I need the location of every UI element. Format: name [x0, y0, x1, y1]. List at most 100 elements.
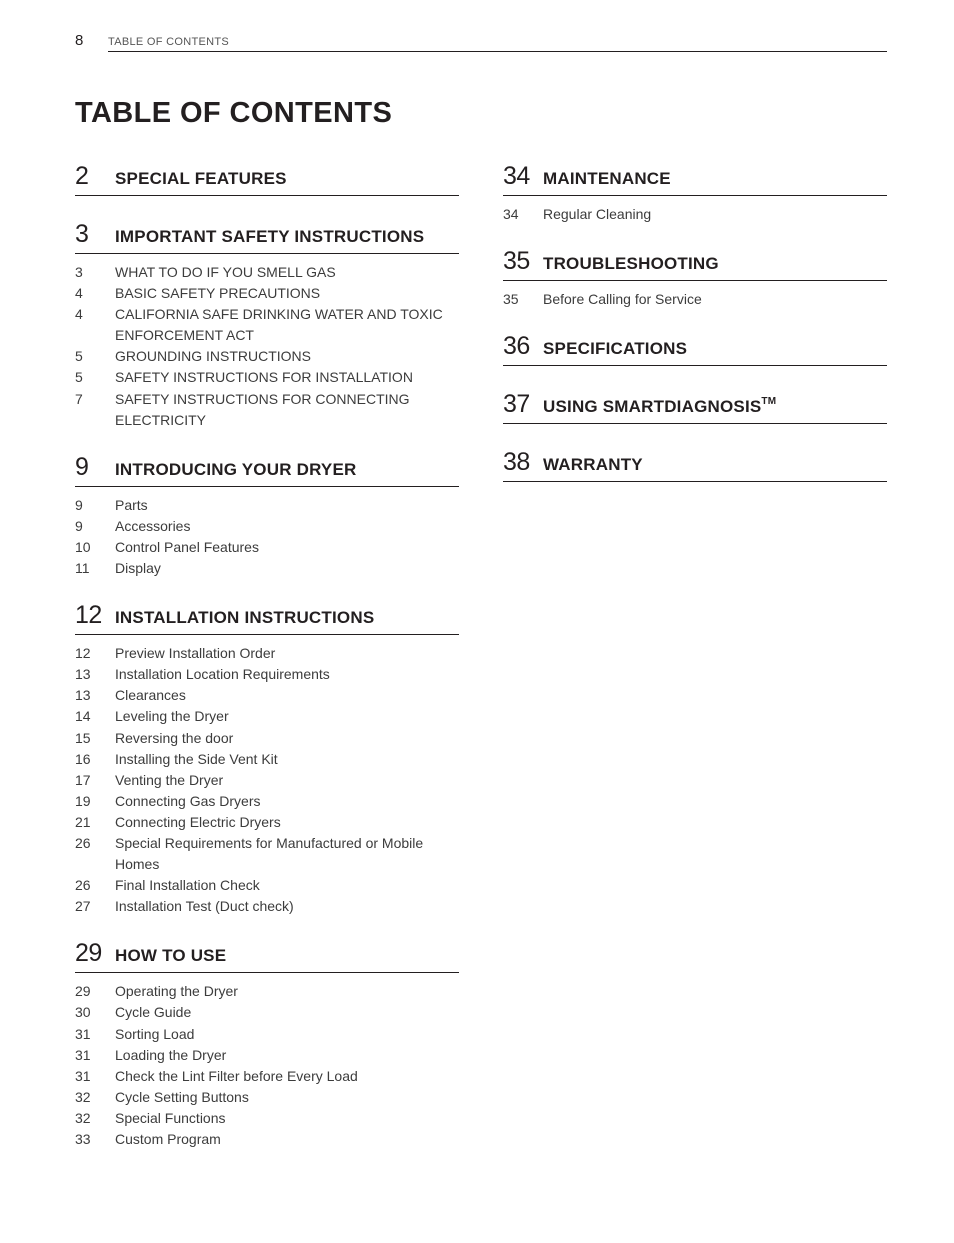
section-heading[interactable]: 38 WARRANTY	[503, 446, 887, 483]
entry-label: Connecting Electric Dryers	[115, 813, 281, 830]
section-page-number: 37	[503, 390, 530, 419]
page-number: 8	[75, 32, 84, 49]
header-rule	[108, 51, 887, 52]
section-heading[interactable]: 3 IMPORTANT SAFETY INSTRUCTIONS	[75, 218, 459, 254]
section-heading[interactable]: 34 MAINTENANCE	[503, 160, 887, 196]
entry-label: GROUNDING INSTRUCTIONS	[115, 348, 311, 365]
section-heading[interactable]: 35 TROUBLESHOOTING	[503, 245, 887, 282]
toc-entry[interactable]: 31 Loading the Dryer	[75, 1045, 459, 1066]
entry-label: WHAT TO DO IF YOU SMELL GAS	[115, 264, 336, 280]
entry-label: Venting the Dryer	[115, 771, 224, 788]
toc-entry[interactable]: 29 Operating the Dryer	[75, 981, 459, 1002]
section-heading[interactable]: 36 SPECIFICATIONS	[503, 330, 887, 367]
toc-entry[interactable]: 32 Cycle Setting Buttons	[75, 1087, 459, 1108]
section-page-number: 35	[503, 247, 530, 276]
toc-entry[interactable]: 33 Custom Program	[75, 1129, 459, 1150]
section-title-text: WARRANTY	[543, 455, 643, 475]
toc-entry[interactable]: 17 Venting the Dryer	[75, 770, 459, 791]
section-page-number: 12	[75, 601, 102, 630]
entry-page-number: 9	[75, 517, 83, 534]
section-title-text: SPECIAL FEATURES	[115, 169, 287, 188]
entry-label: Special Functions	[115, 1109, 226, 1126]
section-items: 29 Operating the Dryer 30 Cycle Guide 31 Sort…	[75, 973, 459, 1150]
toc-entry[interactable]: 5 SAFETY INSTRUCTIONS FOR INSTALLATION	[75, 367, 459, 388]
entry-page-number: 14	[75, 708, 91, 725]
section-heading[interactable]: 29 HOW TO USE	[75, 937, 459, 974]
entry-label: Regular Cleaning	[543, 206, 652, 222]
toc-entry[interactable]: 14 Leveling the Dryer	[75, 706, 459, 727]
entry-label: Connecting Gas Dryers	[115, 792, 261, 809]
entry-label: SAFETY INSTRUCTIONS FOR INSTALLATION	[115, 369, 413, 386]
entry-label: Parts	[115, 496, 148, 513]
page-header: 8 TABLE OF CONTENTS	[75, 30, 887, 52]
section-title-text: TROUBLESHOOTING	[543, 254, 719, 274]
toc-entry[interactable]: 4 BASIC SAFETY PRECAUTIONS	[75, 283, 459, 304]
section-heading[interactable]: 2 SPECIAL FEATURES	[75, 160, 459, 196]
toc-entry[interactable]: 13 Clearances	[75, 685, 459, 706]
toc-entry[interactable]: 15 Reversing the door	[75, 728, 459, 749]
entry-page-number: 10	[75, 538, 91, 555]
toc-entry[interactable]: 16 Installing the Side Vent Kit	[75, 749, 459, 770]
toc-section: 9 INTRODUCING YOUR DRYER 9 Parts 9 Accessorie…	[75, 451, 459, 599]
section-heading[interactable]: 37 USING SMARTDIAGNOSISTM	[503, 388, 887, 425]
toc-entry[interactable]: 31 Sorting Load	[75, 1024, 459, 1045]
entry-page-number: 4	[75, 306, 83, 323]
toc-entry[interactable]: 13 Installation Location Requirements	[75, 664, 459, 685]
entry-label: Cycle Setting Buttons	[115, 1088, 249, 1105]
toc-entry[interactable]: 27 Installation Test (Duct check)	[75, 896, 459, 917]
entry-label: SAFETY INSTRUCTIONS FOR CONNECTING ELECT…	[115, 390, 410, 428]
toc-entry[interactable]: 26 Final Installation Check	[75, 875, 459, 896]
toc-entry[interactable]: 32 Special Functions	[75, 1108, 459, 1129]
entry-label: Cycle Guide	[115, 1004, 192, 1021]
entry-label: Installation Test (Duct check)	[115, 898, 294, 915]
entry-label: Loading the Dryer	[115, 1046, 227, 1063]
section-page-number: 36	[503, 332, 530, 361]
entry-page-number: 34	[503, 206, 519, 222]
toc-entry[interactable]: 10 Control Panel Features	[75, 537, 459, 558]
section-title: INSTALLATION INSTRUCTIONS	[115, 603, 374, 633]
toc-entry[interactable]: 4 CALIFORNIA SAFE DRINKING WATER AND TOXI…	[75, 304, 459, 346]
entry-page-number: 17	[75, 771, 91, 788]
toc-entry[interactable]: 12 Preview Installation Order	[75, 643, 459, 664]
entry-page-number: 32	[75, 1088, 91, 1105]
toc-entry[interactable]: 26 Special Requirements for Manufactured …	[75, 833, 459, 875]
toc-entry[interactable]: 35 Before Calling for Service	[503, 289, 887, 310]
toc-entry[interactable]: 3 WHAT TO DO IF YOU SMELL GAS	[75, 262, 459, 283]
toc-entry[interactable]: 30 Cycle Guide	[75, 1002, 459, 1023]
toc-entry[interactable]: 7 SAFETY INSTRUCTIONS FOR CONNECTING ELEC…	[75, 389, 459, 431]
toc-entry[interactable]: 34 Regular Cleaning	[503, 204, 887, 225]
entry-label: Sorting Load	[115, 1025, 195, 1042]
running-title: TABLE OF CONTENTS	[108, 36, 230, 48]
section-title: INTRODUCING YOUR DRYER	[115, 455, 356, 485]
section-heading[interactable]: 12 INSTALLATION INSTRUCTIONS	[75, 599, 459, 636]
toc-entry[interactable]: 5 GROUNDING INSTRUCTIONS	[75, 346, 459, 367]
section-title-text: IMPORTANT SAFETY INSTRUCTIONS	[115, 227, 425, 246]
section-title-text: USING SMARTDIAGNOSIS	[543, 397, 762, 417]
entry-label: Operating the Dryer	[115, 983, 238, 1000]
entry-label: Leveling the Dryer	[115, 708, 229, 725]
entry-page-number: 31	[75, 1046, 91, 1063]
toc-section: 2 SPECIAL FEATURES	[75, 160, 459, 218]
toc-right-column: 34 MAINTENANCE 34 Regular Cleaning 35 TROUBLE…	[503, 160, 887, 504]
section-heading[interactable]: 9 INTRODUCING YOUR DRYER	[75, 451, 459, 487]
toc-entry[interactable]: 9 Parts	[75, 495, 459, 516]
toc-entry[interactable]: 19 Connecting Gas Dryers	[75, 791, 459, 812]
toc-entry[interactable]: 11 Display	[75, 558, 459, 579]
toc-entry[interactable]: 9 Accessories	[75, 516, 459, 537]
entry-page-number: 13	[75, 687, 91, 704]
section-title: TROUBLESHOOTING	[543, 249, 719, 279]
section-title: SPECIAL FEATURES	[115, 164, 287, 194]
section-items: 35 Before Calling for Service	[503, 281, 887, 310]
entry-page-number: 26	[75, 834, 91, 851]
toc-left-column: 2 SPECIAL FEATURES 3 IMPORTANT SAFETY INSTR…	[75, 160, 459, 1170]
entry-label: Accessories	[115, 517, 191, 534]
toc-entry[interactable]: 21 Connecting Electric Dryers	[75, 812, 459, 833]
entry-page-number: 19	[75, 792, 91, 809]
toc-entry[interactable]: 31 Check the Lint Filter before Every Loa…	[75, 1066, 459, 1087]
